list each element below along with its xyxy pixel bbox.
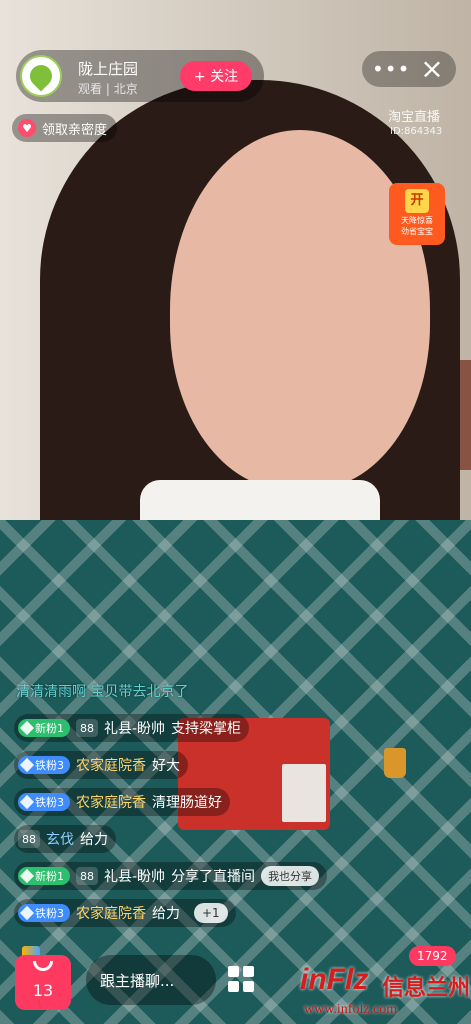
chat-text: 好大 — [152, 758, 180, 774]
chat-username[interactable]: 礼县-盼帅 — [104, 718, 165, 738]
live-stream-screen: 陇上庄园 观看 | 北京 + 关注 ••• × ♥ 领取亲密度 淘宝直播 ID:… — [0, 0, 471, 1024]
chat-username[interactable]: 农家庭院香 — [76, 903, 146, 923]
chat-message: 铁粉3 农家庭院香 好大 — [14, 751, 188, 779]
shopping-bag-button[interactable]: 13 — [15, 955, 71, 1010]
fan-number-badge: 88 — [76, 719, 98, 737]
chat-text: 清理肠道好 — [152, 795, 222, 811]
chat-message: 新粉1 88 礼县-盼帅 支持梁掌柜 — [14, 714, 250, 742]
chat-entry-notice: 清清清雨啊 宝贝带去北京了 — [16, 684, 189, 700]
chat-message: 铁粉3 农家庭院香 清理肠道好 — [14, 788, 230, 816]
chat-text: 支持梁掌柜 — [171, 721, 242, 737]
shop-avatar[interactable] — [20, 55, 62, 97]
viewers-label: 观看 — [78, 82, 103, 96]
close-icon[interactable]: × — [418, 55, 446, 83]
plus-one-button[interactable]: +1 — [194, 903, 228, 923]
chat-username[interactable]: 农家庭院香 — [76, 792, 146, 812]
fan-number-badge: 88 — [18, 830, 40, 848]
badge-photo — [282, 764, 326, 822]
grid-menu-icon[interactable] — [228, 966, 254, 992]
gift-box-icon: 开 — [405, 189, 429, 213]
cup-icon[interactable] — [384, 748, 406, 778]
gem-icon — [19, 905, 35, 921]
promo-line-2: 劲省宝宝 — [401, 227, 433, 236]
fan-level-badge: 铁粉3 — [18, 904, 70, 922]
viewer-meta: 观看 | 北京 — [78, 82, 138, 96]
fan-level-badge: 新粉1 — [18, 719, 70, 737]
chat-text: 给力 — [80, 832, 108, 848]
chat-message: 新粉1 88 礼县-盼帅 分享了直播间 我也分享 — [14, 862, 328, 890]
chat-username[interactable]: 农家庭院香 — [76, 755, 146, 775]
intimacy-label: 领取亲密度 — [42, 122, 108, 138]
shop-name: 陇上庄园 — [78, 60, 139, 78]
shopping-bag-icon — [33, 961, 53, 971]
promo-line-1: 天降惊喜 — [401, 216, 433, 225]
chat-input[interactable]: 跟主播聊... — [86, 955, 216, 1005]
follow-button[interactable]: + 关注 — [180, 61, 252, 91]
chat-text: 分享了直播间 — [171, 869, 256, 885]
site-logo-text: 信息兰州 — [382, 976, 471, 1001]
fan-level-badge: 新粉1 — [18, 867, 70, 885]
site-url: www.infolz.com — [304, 1002, 398, 1017]
location-label: 北京 — [113, 82, 138, 96]
share-too-button[interactable]: 我也分享 — [261, 866, 320, 886]
gem-icon — [19, 868, 35, 884]
chat-message: 铁粉3 农家庭院香 给力 +1 — [14, 899, 236, 927]
intimacy-button[interactable]: ♥ 领取亲密度 — [12, 114, 118, 142]
fan-number-badge: 88 — [76, 867, 98, 885]
heart-icon: ♥ — [18, 119, 36, 137]
gem-icon — [19, 720, 35, 736]
room-id: ID:864343 — [390, 126, 443, 137]
gem-icon — [19, 757, 35, 773]
chat-username[interactable]: 玄伐 — [46, 829, 74, 849]
fan-level-badge: 铁粉3 — [18, 756, 70, 774]
chat-message: 88 玄伐 给力 — [14, 825, 116, 853]
gem-icon — [19, 794, 35, 810]
more-icon[interactable]: ••• — [372, 57, 409, 81]
product-count: 13 — [32, 981, 54, 1000]
chat-username[interactable]: 礼县-盼帅 — [104, 866, 165, 886]
fan-level-badge: 铁粉3 — [18, 793, 70, 811]
leaf-logo-icon — [25, 60, 57, 92]
like-count-badge: 1792 — [409, 946, 456, 966]
platform-watermark: 淘宝直播 — [388, 110, 441, 125]
promo-badge[interactable]: 开 天降惊喜 劲省宝宝 — [389, 183, 445, 245]
chat-text: 给力 — [152, 906, 180, 922]
site-logo: inFlz — [300, 963, 369, 996]
